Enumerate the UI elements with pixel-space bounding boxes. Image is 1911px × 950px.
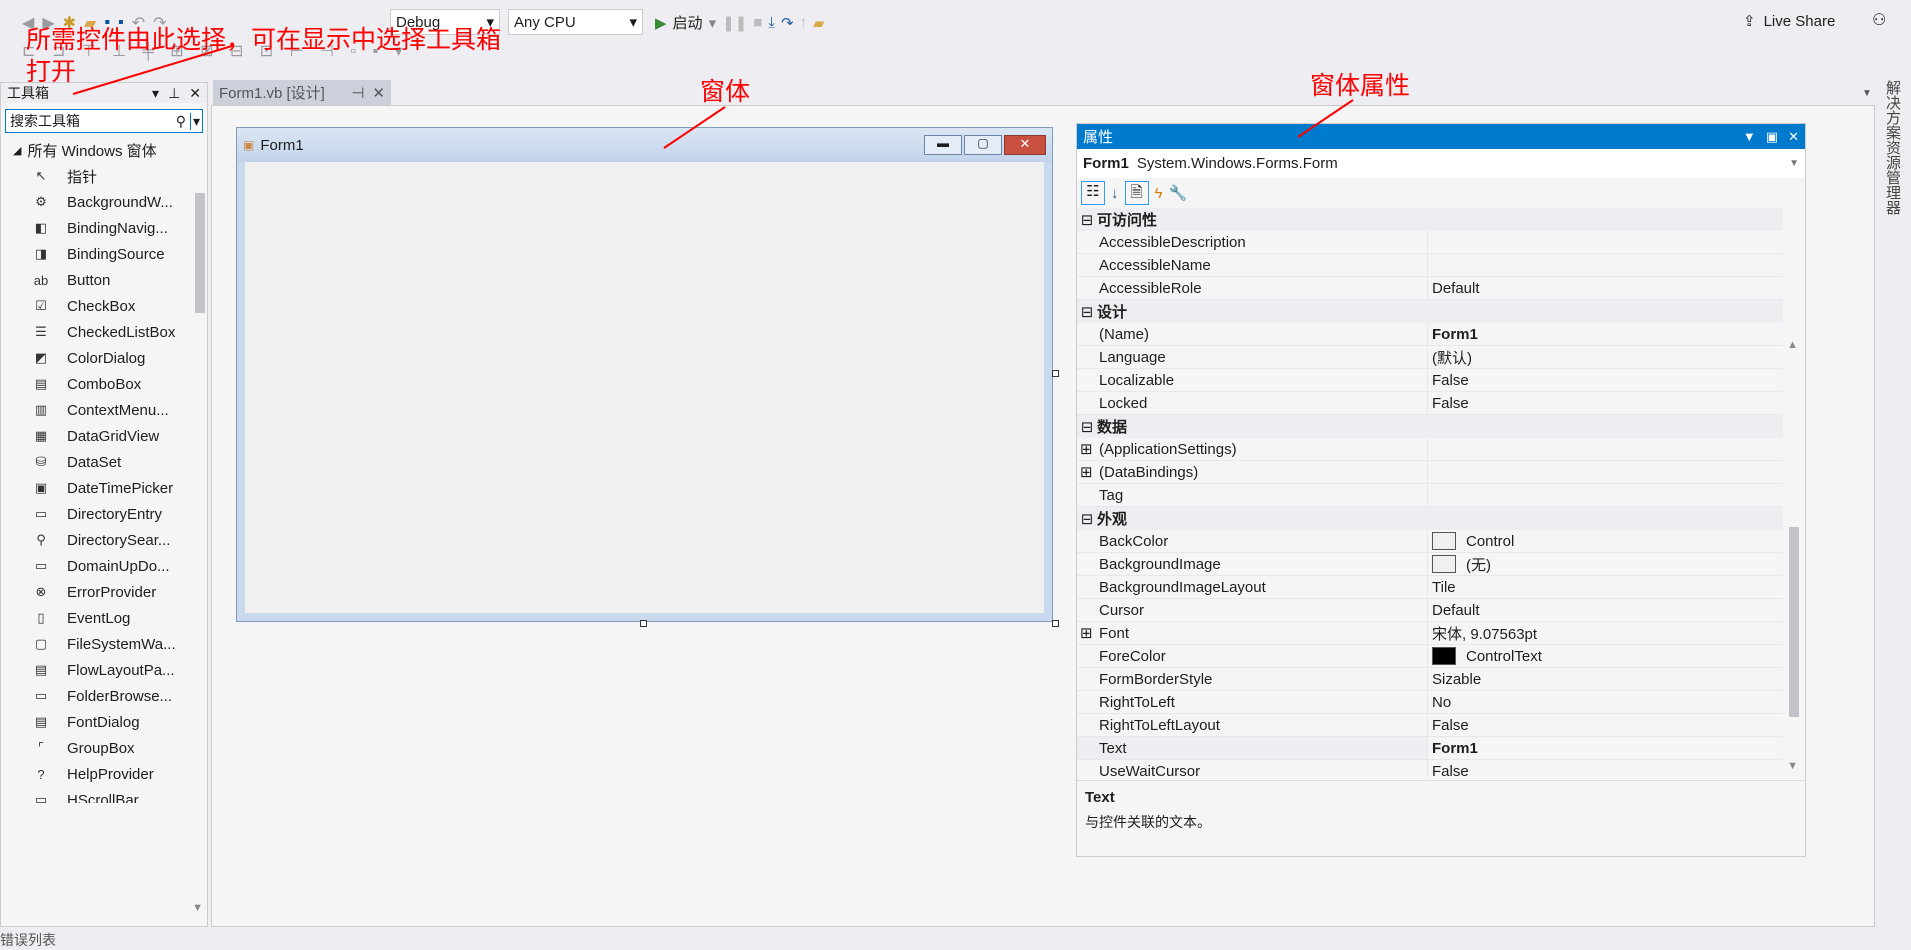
toolbox-annotation-line2: 打开 xyxy=(26,57,77,86)
form-annotation: 窗体 xyxy=(700,77,751,106)
annotation-line xyxy=(1297,99,1354,138)
toolbox-annotation: 所需控件由此选择，可在显示中选择工具箱 xyxy=(26,25,502,54)
annotation-arrows xyxy=(72,45,1354,149)
properties-annotation: 窗体属性 xyxy=(1310,71,1411,100)
annotation-line xyxy=(663,106,726,149)
